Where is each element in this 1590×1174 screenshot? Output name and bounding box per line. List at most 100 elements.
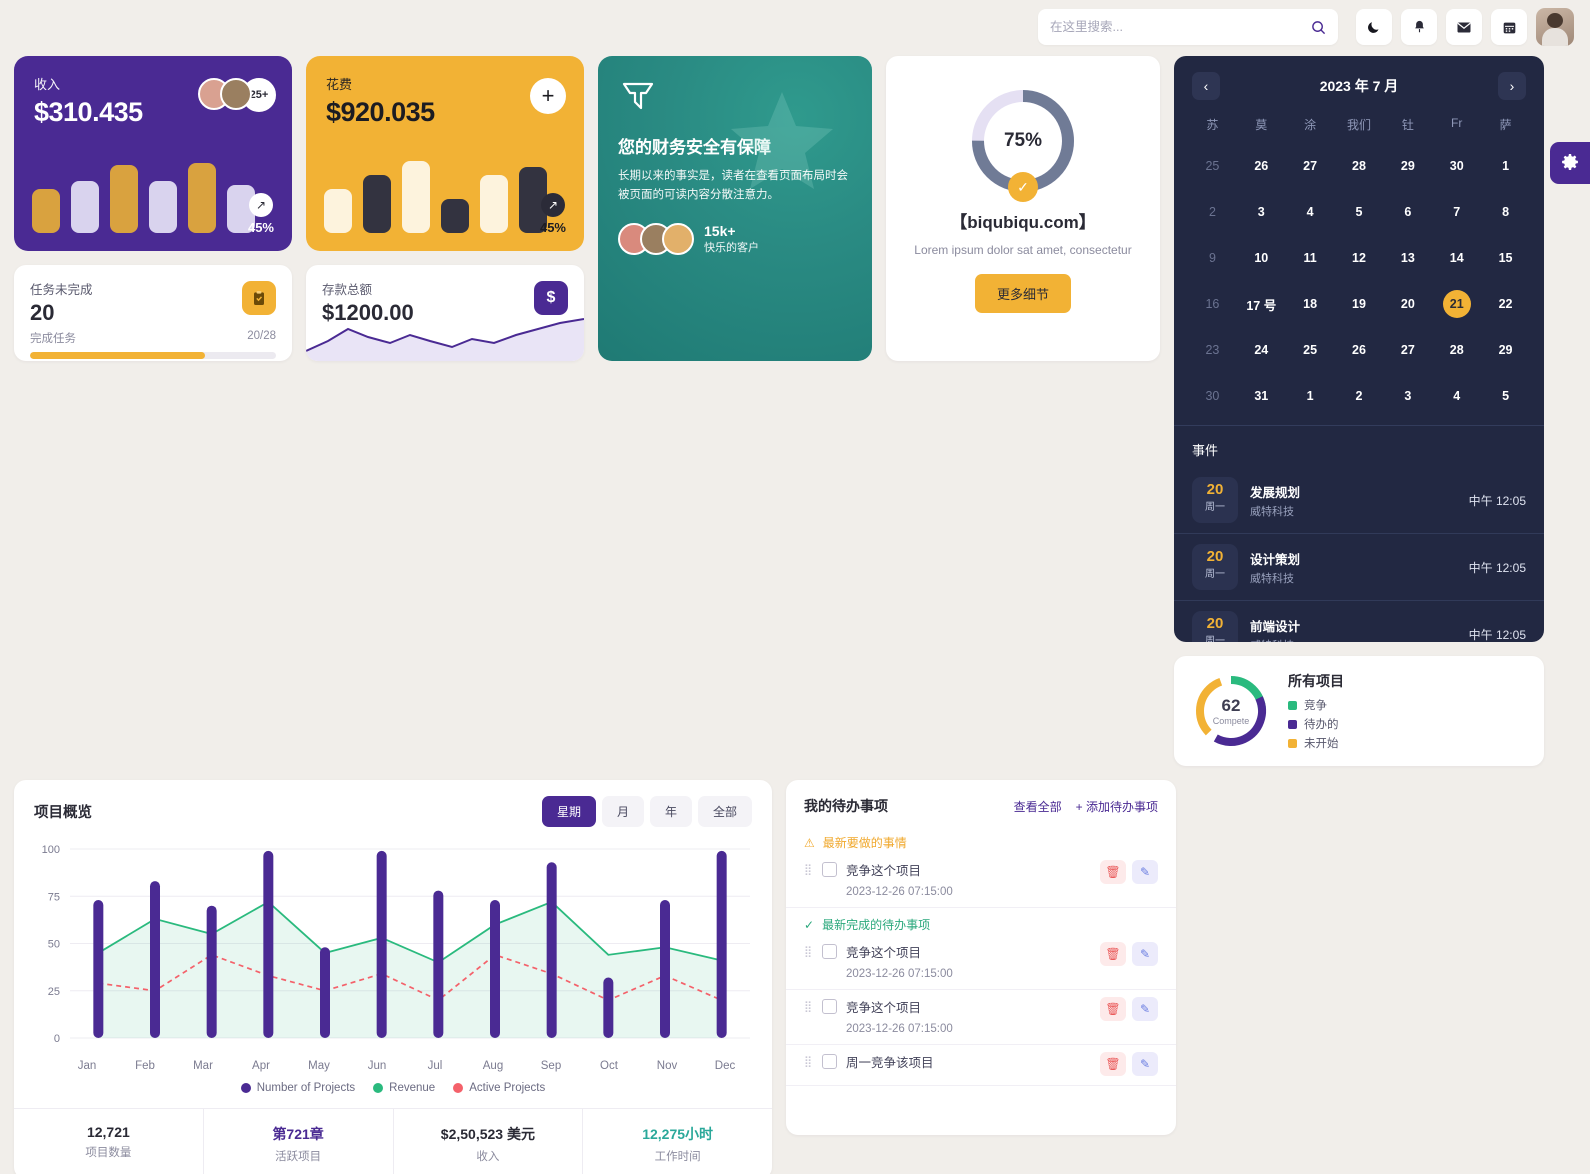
add-expense-button[interactable]: +: [530, 78, 566, 114]
delete-icon[interactable]: 🗑: [1100, 860, 1126, 884]
calendar-day[interactable]: 14: [1432, 235, 1481, 281]
calendar-day[interactable]: 13: [1383, 235, 1432, 281]
calendar-day[interactable]: 26: [1335, 327, 1384, 373]
calendar-day[interactable]: 29: [1481, 327, 1530, 373]
calendar-day[interactable]: 20: [1383, 281, 1432, 327]
calendar-day[interactable]: 2: [1188, 189, 1237, 235]
edit-icon[interactable]: ✎: [1132, 997, 1158, 1021]
calendar-day[interactable]: 17 号: [1237, 281, 1286, 327]
delete-icon[interactable]: 🗑: [1100, 997, 1126, 1021]
chart-tab-全部[interactable]: 全部: [697, 796, 752, 827]
todo-checkbox[interactable]: [822, 1054, 837, 1069]
event-item[interactable]: 20周一前端设计威特科技中午 12:05: [1174, 601, 1544, 642]
calendar-day[interactable]: 26: [1237, 143, 1286, 189]
calendar-day[interactable]: 2: [1335, 373, 1384, 419]
calendar-day-label: 15: [1498, 251, 1513, 265]
calendar-day[interactable]: 30: [1188, 373, 1237, 419]
drag-handle-icon[interactable]: ⣿: [804, 860, 813, 876]
calendar-day[interactable]: 27: [1286, 143, 1335, 189]
calendar-day[interactable]: 1: [1481, 143, 1530, 189]
drag-handle-icon[interactable]: ⣿: [804, 997, 813, 1013]
calendar-day[interactable]: 4: [1432, 373, 1481, 419]
donut-center-value: 62: [1221, 696, 1241, 715]
chart-plot-area: 0 25 50 75 100: [26, 841, 754, 1056]
calendar-day[interactable]: 5: [1481, 373, 1530, 419]
calendar-next-button[interactable]: ›: [1497, 72, 1526, 100]
calendar-day[interactable]: 21: [1432, 281, 1481, 327]
tasks-ratio: 20/28: [247, 330, 276, 342]
calendar-day[interactable]: 9: [1188, 235, 1237, 281]
calendar-grid[interactable]: 苏莫涂我们钍 Fr 萨 25 26 27 28 29 30 1 2 3 4 5 6 7 8 9 10 11 12 13 14…: [1174, 110, 1544, 419]
delete-icon[interactable]: 🗑: [1100, 1052, 1126, 1076]
delete-icon[interactable]: 🗑: [1100, 942, 1126, 966]
calendar-day[interactable]: 16: [1188, 281, 1237, 327]
todo-actions: 🗑 ✎: [1100, 1052, 1158, 1076]
search-input[interactable]: [1050, 20, 1303, 34]
todo-checkbox[interactable]: [822, 944, 837, 959]
calendar-day[interactable]: 18: [1286, 281, 1335, 327]
event-item[interactable]: 20 周一 设计策划 威特科技 中午 12:05: [1174, 534, 1544, 601]
drag-handle-icon[interactable]: ⣿: [804, 942, 813, 958]
calendar-day[interactable]: 5: [1335, 189, 1384, 235]
x-tick-label: Oct: [600, 1060, 618, 1072]
calendar-day[interactable]: 22: [1481, 281, 1530, 327]
chart-tab-年[interactable]: 年: [649, 796, 692, 827]
todo-checkbox[interactable]: [822, 999, 837, 1014]
calendar-day[interactable]: 3: [1383, 373, 1432, 419]
calendar-day-label: 30: [1449, 159, 1464, 173]
todo-section-pending: ⚠ 最新要做的事情: [786, 826, 1176, 853]
calendar-prev-button[interactable]: ‹: [1192, 72, 1220, 100]
calendar-day[interactable]: 1: [1286, 373, 1335, 419]
calendar-dow: 苏: [1206, 118, 1219, 132]
calendar-day[interactable]: 8: [1481, 189, 1530, 235]
edit-icon[interactable]: ✎: [1132, 860, 1158, 884]
calendar-day[interactable]: 25: [1286, 327, 1335, 373]
calendar-day[interactable]: 15: [1481, 235, 1530, 281]
search-box[interactable]: [1038, 9, 1338, 45]
notifications-button[interactable]: [1401, 9, 1437, 45]
calendar-day[interactable]: 27: [1383, 327, 1432, 373]
calendar-day[interactable]: 7: [1432, 189, 1481, 235]
todo-view-all-link[interactable]: 查看全部: [1014, 798, 1062, 815]
calendar-day[interactable]: 4: [1286, 189, 1335, 235]
calendar-day[interactable]: 3: [1237, 189, 1286, 235]
todo-label: 竞争这个项目: [846, 864, 922, 878]
calendar-day-label: 24: [1254, 343, 1269, 357]
calendar-day[interactable]: 11: [1286, 235, 1335, 281]
calendar-day[interactable]: 12: [1335, 235, 1384, 281]
calendar-day[interactable]: 24: [1237, 327, 1286, 373]
event-item[interactable]: 20 周一 发展规划 威特科技 中午 12:05: [1174, 467, 1544, 534]
calendar-day[interactable]: 30: [1432, 143, 1481, 189]
todo-add-link[interactable]: + 添加待办事项: [1076, 798, 1158, 815]
edit-icon[interactable]: ✎: [1132, 942, 1158, 966]
calendar-day-label: 22: [1498, 297, 1513, 311]
calendar-day[interactable]: 19: [1335, 281, 1384, 327]
calendar-day[interactable]: 28: [1432, 327, 1481, 373]
drag-handle-icon[interactable]: ⣿: [804, 1052, 813, 1068]
chart-summary-stats: 12,721 项目数量 第721章 活跃项目 $2,50,523 美元 收入 12,275小…: [14, 1108, 772, 1174]
dark-mode-button[interactable]: [1356, 9, 1392, 45]
settings-tab-button[interactable]: [1550, 142, 1590, 184]
calendar-day[interactable]: 31: [1237, 373, 1286, 419]
chart-tab-星期[interactable]: 星期: [541, 796, 596, 827]
calendar-day-label: 5: [1502, 389, 1510, 403]
todo-checkbox[interactable]: [822, 862, 837, 877]
search-icon[interactable]: [1311, 20, 1326, 35]
calendar-day[interactable]: 23: [1188, 327, 1237, 373]
warning-icon: ⚠: [804, 835, 815, 850]
chart-tab-月[interactable]: 月: [601, 796, 644, 827]
calendar-day[interactable]: 25: [1188, 143, 1237, 189]
revenue-trend: ↗ 45%: [248, 193, 274, 235]
x-tick-label: Aug: [482, 1060, 504, 1072]
calendar-button[interactable]: [1491, 9, 1527, 45]
messages-button[interactable]: [1446, 9, 1482, 45]
calendar-day[interactable]: 29: [1383, 143, 1432, 189]
user-avatar[interactable]: [1536, 8, 1574, 46]
calendar-day[interactable]: 10: [1237, 235, 1286, 281]
calendar-day[interactable]: 28: [1335, 143, 1384, 189]
trend-up-icon: ↗: [248, 193, 273, 217]
chart-range-tabs[interactable]: 星期月年全部: [541, 796, 752, 827]
edit-icon[interactable]: ✎: [1132, 1052, 1158, 1076]
calendar-day[interactable]: 6: [1383, 189, 1432, 235]
more-details-button[interactable]: 更多细节: [974, 274, 1071, 314]
